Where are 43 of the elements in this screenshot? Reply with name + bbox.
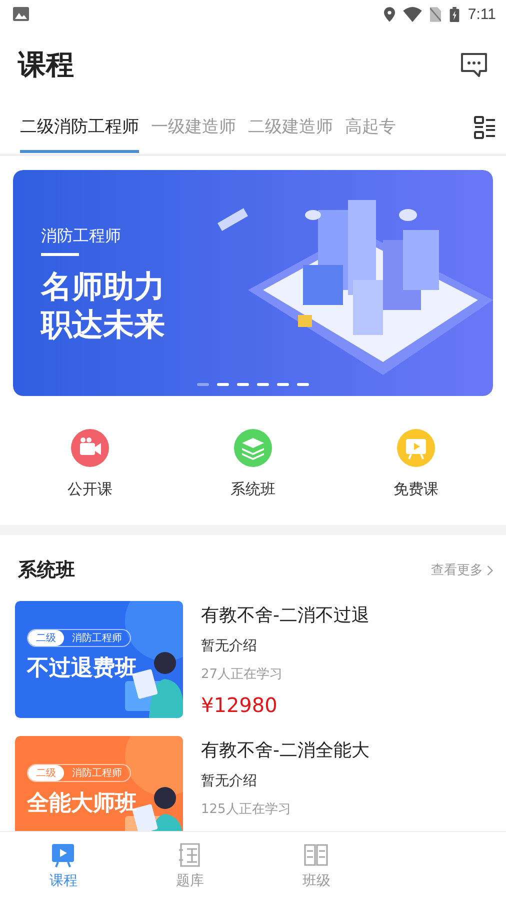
question-bank-icon — [176, 842, 203, 868]
learner-count: 125人正在学习 — [201, 801, 292, 818]
course-title[interactable]: 有教不舍-二消不过退 — [201, 603, 370, 627]
thumb-tag-level: 二级 — [28, 630, 64, 646]
course-title[interactable]: 有教不舍-二消全能大 — [201, 738, 370, 762]
course-intro: 暂无介绍 — [201, 772, 258, 790]
layers-icon[interactable] — [233, 428, 273, 468]
nav-tab[interactable]: 课程 — [0, 832, 126, 900]
category-tab[interactable]: 高起专 — [345, 103, 396, 153]
message-icon[interactable] — [460, 52, 488, 78]
course-intro: 暂无介绍 — [201, 637, 258, 655]
thumb-headline: 不过退费班 — [27, 655, 138, 683]
chevron-right-icon — [487, 564, 493, 576]
nav-tab[interactable]: 班级 — [253, 832, 380, 900]
shortcut-label[interactable]: 系统班 — [230, 480, 276, 499]
no-sim-icon — [430, 6, 441, 22]
shortcut-label[interactable]: 免费课 — [394, 480, 438, 499]
nav-tab[interactable]: 题库 — [126, 832, 253, 900]
category-tab[interactable]: 二级建造师 — [248, 103, 333, 153]
learner-count: 27人正在学习 — [201, 666, 284, 683]
banner-subtitle: 消防工程师 — [41, 226, 122, 247]
location-icon — [384, 6, 395, 22]
status-time: 7:11 — [468, 6, 496, 22]
book-icon — [303, 842, 330, 868]
page-title: 课程 — [18, 47, 74, 83]
course-price: ¥12980 — [201, 693, 278, 717]
thumb-tag-name: 消防工程师 — [71, 632, 123, 646]
banner-headline: 职达未来 — [41, 306, 166, 344]
wifi-icon — [402, 6, 422, 22]
view-more-link[interactable]: 查看更多 — [431, 561, 493, 579]
thumb-tag-name: 消防工程师 — [71, 766, 123, 781]
category-tab[interactable]: 二级消防工程师 — [20, 103, 139, 153]
image-icon — [13, 7, 29, 21]
thumb-tag-level: 二级 — [28, 765, 64, 781]
video-camera-icon[interactable] — [70, 428, 110, 468]
battery-icon — [448, 6, 460, 22]
category-tab[interactable]: 一级建造师 — [151, 103, 236, 153]
banner-headline: 名师助力 — [41, 268, 166, 306]
shortcut-label[interactable]: 公开课 — [68, 480, 112, 499]
play-screen-icon — [50, 842, 76, 868]
category-list-icon[interactable] — [474, 116, 496, 140]
section-title: 系统班 — [18, 558, 75, 583]
thumb-headline: 全能大师班 — [27, 790, 138, 818]
